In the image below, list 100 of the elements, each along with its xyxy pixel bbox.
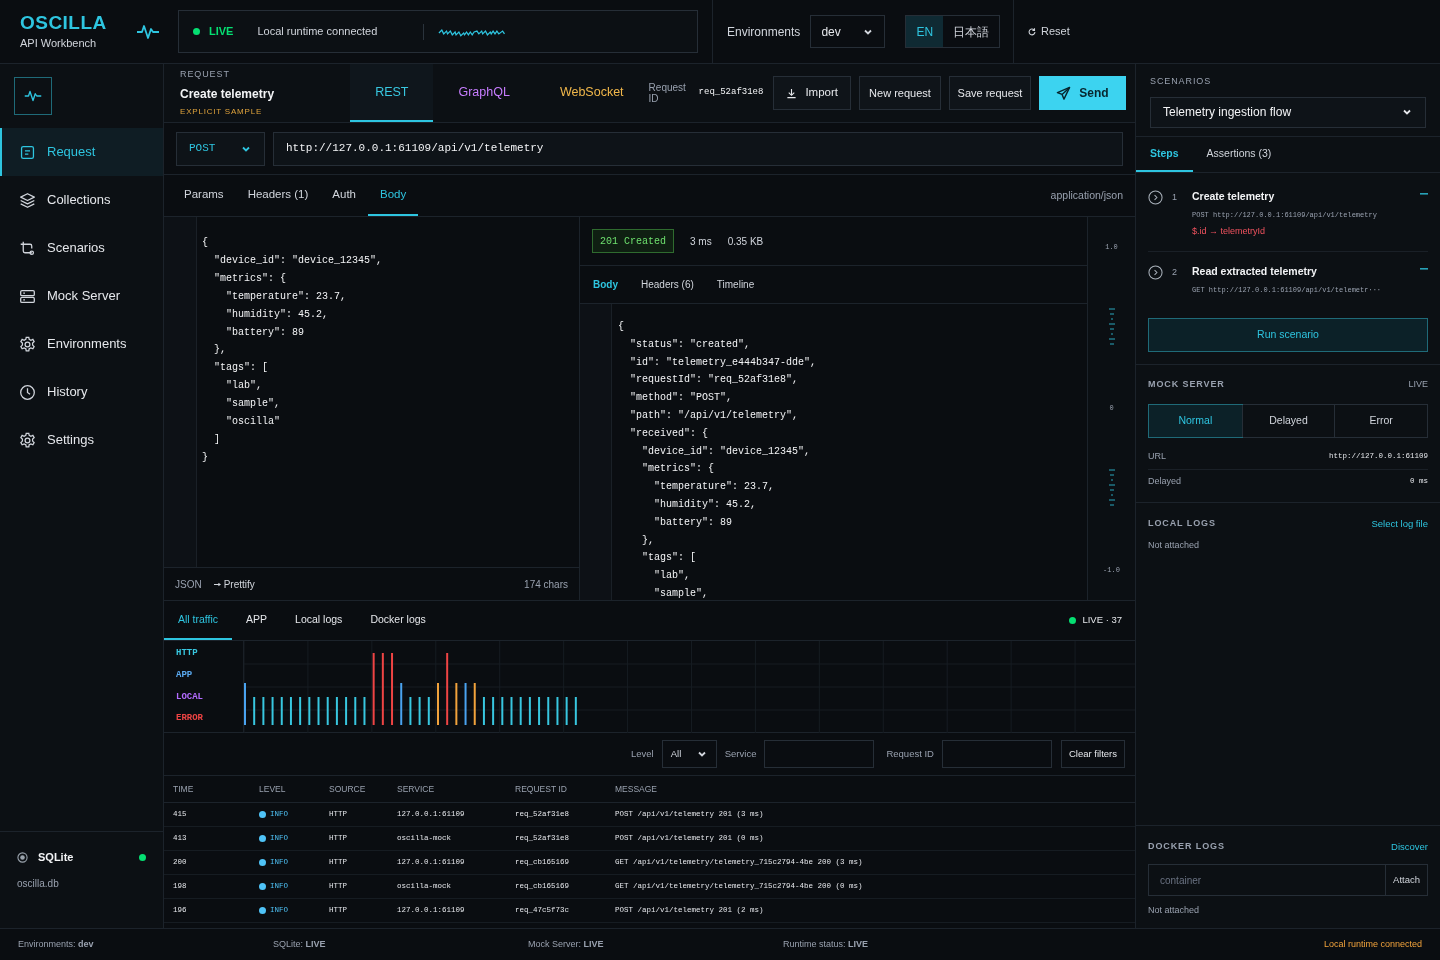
- server-icon: [19, 287, 36, 305]
- level-select[interactable]: All: [661, 740, 717, 768]
- request-body-code[interactable]: { "device_id": "device_12345", "metrics": { "temperature": 23.7, "humidity": 45.2, "battery": 89 }, "tags": [ "lab", "sample", "oscilla" ] }: [197, 217, 383, 567]
- column-header: SERVICE: [397, 782, 436, 796]
- log-tab[interactable]: Local logs: [281, 601, 357, 640]
- toolbar-button[interactable]: Save request: [949, 76, 1031, 110]
- filter-label: Request ID: [886, 746, 934, 761]
- clock-icon: [19, 383, 36, 401]
- request-tab[interactable]: Params: [172, 175, 236, 216]
- response-tab[interactable]: Headers (6): [641, 277, 694, 292]
- column-header: SOURCE: [329, 782, 367, 796]
- log-tab[interactable]: APP: [232, 601, 282, 640]
- workspace-badge[interactable]: [14, 77, 52, 115]
- service-field[interactable]: [764, 740, 875, 768]
- lane-label: LOCAL: [176, 690, 203, 704]
- status-item: SQLite: LIVE: [273, 937, 327, 951]
- prettify-button[interactable]: Prettify: [213, 576, 255, 592]
- scenario-select[interactable]: Telemetry ingestion flow: [1150, 96, 1426, 128]
- content-type: application/json: [1050, 187, 1124, 203]
- status-badge: 201 Created: [592, 229, 674, 253]
- request-tab[interactable]: Body: [368, 175, 419, 216]
- field-label: Delayed: [1148, 474, 1182, 488]
- mode-toggle[interactable]: Error: [1334, 404, 1427, 437]
- lane-label: APP: [176, 668, 193, 682]
- gear-icon: [19, 335, 36, 353]
- request-tag: EXPLICIT SAMPLE: [180, 105, 351, 118]
- sidebar-item[interactable]: Scenarios: [0, 224, 163, 272]
- send-button[interactable]: Send: [1039, 76, 1126, 110]
- log-tab[interactable]: All traffic: [164, 601, 233, 640]
- mode-toggle[interactable]: Delayed: [1241, 404, 1335, 437]
- filter-label: Level: [631, 746, 654, 761]
- lane-label: HTTP: [176, 647, 198, 661]
- attach-status: Not attached: [1148, 538, 1201, 552]
- sidebar-item[interactable]: History: [0, 368, 163, 416]
- filter-label: Service: [724, 746, 757, 761]
- sidebar-item[interactable]: Settings: [0, 416, 163, 464]
- response-tab[interactable]: Body: [593, 277, 618, 292]
- document-icon: [19, 143, 36, 161]
- status-item: Mock Server: LIVE: [528, 937, 605, 951]
- column-header: LEVEL: [259, 782, 287, 796]
- char-count: 174 chars: [524, 577, 568, 592]
- settings-icon: [19, 431, 36, 449]
- sidebar-item[interactable]: Environments: [0, 320, 163, 368]
- sidebar-item[interactable]: Request: [0, 128, 163, 176]
- sidebar-item[interactable]: Collections: [0, 176, 163, 224]
- environment-select[interactable]: dev: [810, 15, 886, 48]
- request-title: Create telemetry: [180, 85, 276, 103]
- mode-toggle[interactable]: Normal: [1149, 404, 1242, 437]
- section-title: SCENARIOS: [1150, 75, 1213, 88]
- scenario-tab[interactable]: Assertions (3): [1192, 137, 1286, 172]
- layers-icon: [19, 191, 36, 209]
- download-icon: [786, 87, 798, 99]
- response-body-code[interactable]: { "status": "created", "id": "telemetry_e444b347-dde", "requestId": "req_52af31e8", "method": "POST", "path": "/api/v1/telemetry", "received": { "device_id": "device_12345", "metrics": { "temperature": 23.7, "humidity": 45.2, "battery": 89 }, "tags": [ "lab", "sample",: [612, 304, 817, 600]
- method-select[interactable]: POST: [176, 131, 265, 166]
- database-icon: [17, 851, 28, 863]
- reset-button[interactable]: Reset: [1027, 23, 1070, 40]
- response-time: 3 ms: [690, 234, 712, 249]
- protocol-tab[interactable]: WebSocket: [534, 64, 649, 122]
- step-number: 2: [1171, 265, 1178, 279]
- protocol-tab[interactable]: REST: [350, 64, 434, 122]
- section-title: DOCKER LOGS: [1148, 840, 1225, 854]
- live-message: Local runtime connected: [257, 24, 378, 40]
- request-eyebrow: REQUEST: [180, 68, 231, 82]
- column-header: MESSAGE: [615, 782, 659, 796]
- database-file: oscilla.db: [17, 876, 60, 891]
- runtime-status: Local runtime connected: [1323, 937, 1422, 951]
- request-tab[interactable]: Auth: [320, 175, 368, 216]
- clear-filters-button[interactable]: Clear filters: [1060, 740, 1125, 768]
- step-number: 1: [1171, 191, 1178, 204]
- attach-status: Not attached: [1148, 904, 1201, 918]
- status-item: Environments: dev: [18, 937, 95, 951]
- live-label: LIVE: [209, 24, 234, 40]
- sidebar-item[interactable]: Mock Server: [0, 272, 163, 320]
- response-tab[interactable]: Timeline: [716, 277, 755, 292]
- scenario-tab[interactable]: Steps: [1136, 137, 1193, 172]
- run-scenario-button[interactable]: Run scenario: [1148, 318, 1428, 352]
- container-field[interactable]: container: [1148, 864, 1387, 897]
- column-header: REQUEST ID: [515, 782, 568, 796]
- language-toggle[interactable]: EN: [906, 16, 944, 47]
- request-tab[interactable]: Headers (1): [235, 175, 321, 216]
- url-field[interactable]: http://127.0.0.1:61109/api/v1/telemetry: [273, 131, 1123, 166]
- chevron-circle-icon: [1148, 190, 1163, 205]
- step-title: Create telemetry: [1192, 189, 1276, 204]
- section-title: MOCK SERVER: [1148, 378, 1225, 391]
- import-button[interactable]: Import: [773, 76, 851, 110]
- select-log-file-link[interactable]: Select log file: [1371, 516, 1428, 531]
- send-icon: [1056, 85, 1072, 101]
- mock-status: LIVE: [1408, 378, 1428, 391]
- log-tab[interactable]: Docker logs: [356, 601, 440, 640]
- discover-link[interactable]: Discover: [1391, 840, 1428, 855]
- live-count: LIVE · 37: [1082, 613, 1122, 628]
- arrow-icon: [213, 580, 221, 588]
- protocol-tab[interactable]: GraphQL: [433, 64, 535, 122]
- toolbar-button[interactable]: New request: [859, 76, 941, 110]
- step-title: Read extracted telemetry: [1192, 263, 1318, 279]
- attach-button[interactable]: Attach: [1386, 864, 1428, 897]
- language-toggle[interactable]: 日本語: [943, 16, 1000, 47]
- format-label: JSON: [175, 577, 202, 592]
- request-id-field[interactable]: [941, 740, 1052, 768]
- refresh-icon: [1027, 26, 1038, 37]
